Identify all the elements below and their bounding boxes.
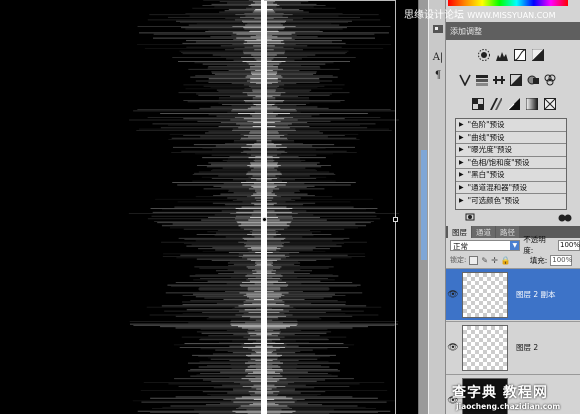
layers-panel-tabs: 图层 通道 路径 — [446, 226, 580, 238]
right-panel: 添加调整 ▶ "色阶"预设 ▶ "曲线"预设 ▶ "曝光度"预设 ▶ "色相/饱和度"预… — [446, 0, 580, 414]
lock-position-icon[interactable]: ✛ — [491, 256, 498, 265]
adjustments-footer — [446, 210, 580, 226]
mask-link-icon[interactable] — [465, 213, 477, 223]
document-canvas[interactable] — [0, 0, 418, 414]
channel-mixer-icon[interactable] — [543, 73, 556, 86]
vibrance-icon[interactable] — [458, 73, 471, 86]
transform-center-point[interactable] — [262, 217, 267, 222]
lock-pixels-icon[interactable]: ✎ — [481, 256, 488, 265]
preset-exposure[interactable]: ▶ "曝光度"预设 — [456, 144, 566, 157]
transform-bound-right — [395, 0, 396, 414]
tab-layers[interactable]: 图层 — [448, 226, 471, 238]
expand-arrow-icon[interactable]: ▶ — [459, 197, 464, 204]
photo-filter-icon[interactable] — [526, 73, 539, 86]
preset-levels[interactable]: ▶ "色阶"预设 — [456, 119, 566, 132]
curves-icon[interactable] — [513, 48, 526, 61]
color-balance-icon[interactable] — [492, 73, 505, 86]
tab-channels[interactable]: 通道 — [472, 226, 495, 238]
eye-icon[interactable]: 👁 — [446, 343, 460, 353]
expand-arrow-icon[interactable]: ▶ — [459, 134, 464, 141]
layer-thumbnail — [462, 324, 508, 371]
clip-layer-icon[interactable] — [558, 213, 572, 223]
opacity-input[interactable]: 100% — [558, 239, 580, 251]
scrollbar-thumb[interactable] — [421, 150, 427, 260]
exposure-icon[interactable] — [531, 48, 544, 61]
black-white-icon[interactable] — [509, 73, 522, 86]
expand-arrow-icon[interactable]: ▶ — [459, 184, 464, 191]
panel-dock-strip: A| ¶ — [428, 0, 446, 414]
fill-input[interactable]: 100% — [550, 254, 572, 266]
adjustments-header: 添加调整 — [446, 22, 580, 40]
preset-curves[interactable]: ▶ "曲线"预设 — [456, 132, 566, 144]
character-icon[interactable]: A| — [431, 50, 445, 64]
expand-arrow-icon[interactable]: ▶ — [459, 121, 464, 128]
adjustments-icon[interactable] — [431, 22, 445, 36]
adjustment-presets-list: ▶ "色阶"预设 ▶ "曲线"预设 ▶ "曝光度"预设 ▶ "色相/饱和度"预设 ▶ "黑… — [455, 118, 567, 210]
paragraph-icon[interactable]: ¶ — [431, 68, 445, 82]
blend-mode-select[interactable]: 正常 ▼ — [450, 239, 521, 251]
lock-label: 锁定: — [450, 256, 467, 264]
preset-hue-saturation[interactable]: ▶ "色相/饱和度"预设 — [456, 157, 566, 169]
invert-icon[interactable] — [471, 97, 484, 110]
threshold-icon[interactable] — [507, 97, 520, 110]
vertical-scrollbar[interactable] — [418, 0, 428, 414]
layer-row[interactable]: 👁 图层 2 — [446, 321, 580, 373]
adjustment-icons-row-3 — [471, 97, 556, 110]
expand-arrow-icon[interactable]: ▶ — [459, 146, 464, 153]
preset-selective-color[interactable]: ▶ "可选颜色"预设 — [456, 194, 566, 207]
gradient-map-icon[interactable] — [525, 97, 538, 110]
transform-handle-right[interactable] — [393, 217, 398, 222]
preset-black-white[interactable]: ▶ "黑白"预设 — [456, 169, 566, 182]
brightness-icon[interactable] — [477, 48, 490, 61]
lock-transparency-icon[interactable] — [469, 255, 479, 265]
preset-channel-mixer[interactable]: ▶ "通道混和器"预设 — [456, 182, 566, 194]
watermark-top: 思缘设计论坛 WWW.MISSYUAN.COM — [404, 10, 556, 21]
watermark-bottom: 查字典 教程网 jiaocheng.chazidian.com — [452, 385, 561, 411]
layer-name: 图层 2 — [516, 343, 539, 352]
light-streaks-artwork — [128, 0, 400, 414]
hue-saturation-icon[interactable] — [475, 73, 488, 86]
chevron-down-icon[interactable]: ▼ — [510, 240, 520, 250]
expand-arrow-icon[interactable]: ▶ — [459, 171, 464, 178]
expand-arrow-icon[interactable]: ▶ — [459, 159, 464, 166]
layer-row[interactable]: 👁 图层 2 副本 — [446, 268, 580, 320]
lock-all-icon[interactable]: 🔒 — [501, 256, 511, 265]
lock-row: 锁定: ✎ ✛ 🔒 填充: 100% — [446, 253, 580, 267]
transform-bound-top — [264, 0, 396, 1]
layer-thumbnail — [462, 271, 508, 318]
levels-icon[interactable] — [495, 48, 508, 61]
eye-icon[interactable]: 👁 — [446, 290, 460, 300]
adjustment-icons-row-1 — [477, 48, 544, 61]
adjustment-icons-row-2 — [458, 73, 556, 86]
tab-paths[interactable]: 路径 — [496, 226, 519, 238]
fill-label: 填充: — [529, 255, 548, 265]
layer-name: 图层 2 副本 — [516, 290, 556, 299]
selective-color-icon[interactable] — [543, 97, 556, 110]
blend-options-row: 正常 ▼ 不透明度: 100% — [446, 235, 580, 255]
posterize-icon[interactable] — [489, 97, 502, 110]
center-light-beam — [261, 0, 267, 414]
